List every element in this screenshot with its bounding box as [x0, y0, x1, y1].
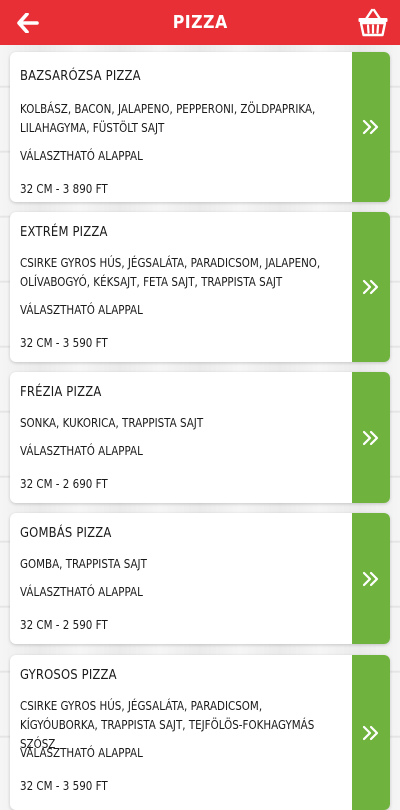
page-title: PIZZA	[172, 12, 228, 33]
item-ingredients: SONKA, KUKORICA, TRAPPISTA SAJT	[20, 416, 204, 430]
item-ingredients: CSIRKE GYROS HÚS, JÉGSALÁTA, PARADICSOM,…	[20, 256, 321, 289]
open-item-button[interactable]	[352, 513, 390, 644]
item-name: GOMBÁS PIZZA	[20, 525, 112, 541]
open-item-button[interactable]	[352, 372, 390, 503]
item-base: VÁLASZTHATÓ ALAPPAL	[20, 149, 143, 163]
item-ingredients: KOLBÁSZ, BACON, JALAPENO, PEPPERONI, ZÖL…	[20, 102, 316, 135]
item-base: VÁLASZTHATÓ ALAPPAL	[20, 303, 143, 317]
open-item-button[interactable]	[352, 655, 390, 810]
list-item[interactable]: GYROSOS PIZZA CSIRKE GYROS HÚS, JÉGSALÁT…	[10, 655, 390, 810]
double-chevron-right-icon	[362, 279, 379, 295]
list-item[interactable]: GOMBÁS PIZZA GOMBA, TRAPPISTA SAJT VÁLAS…	[10, 513, 390, 644]
card-content: GYROSOS PIZZA CSIRKE GYROS HÚS, JÉGSALÁT…	[10, 655, 352, 810]
double-chevron-right-icon	[362, 430, 379, 445]
item-base: VÁLASZTHATÓ ALAPPAL	[20, 746, 143, 760]
item-price: 32 CM - 3 590 FT	[20, 779, 108, 793]
item-base: VÁLASZTHATÓ ALAPPAL	[20, 585, 143, 599]
item-name: BAZSARÓZSA PIZZA	[20, 68, 141, 84]
item-price: 32 CM - 3 590 FT	[20, 336, 108, 350]
item-name: FRÉZIA PIZZA	[20, 384, 102, 400]
list-item[interactable]: FRÉZIA PIZZA SONKA, KUKORICA, TRAPPISTA …	[10, 372, 390, 503]
item-price: 32 CM - 2 690 FT	[20, 477, 108, 491]
cart-button[interactable]	[356, 6, 390, 38]
card-content: GOMBÁS PIZZA GOMBA, TRAPPISTA SAJT VÁLAS…	[10, 513, 352, 644]
item-name: GYROSOS PIZZA	[20, 667, 117, 683]
list-item[interactable]: BAZSARÓZSA PIZZA KOLBÁSZ, BACON, JALAPEN…	[10, 52, 390, 202]
open-item-button[interactable]	[352, 52, 390, 202]
back-button[interactable]	[14, 9, 42, 37]
top-bar: PIZZA	[0, 0, 400, 45]
double-chevron-right-icon	[362, 571, 379, 586]
basket-icon	[358, 8, 388, 37]
item-price: 32 CM - 3 890 FT	[20, 182, 108, 196]
item-name: EXTRÉM PIZZA	[20, 224, 108, 240]
item-ingredients: GOMBA, TRAPPISTA SAJT	[20, 557, 147, 571]
card-content: FRÉZIA PIZZA SONKA, KUKORICA, TRAPPISTA …	[10, 372, 352, 503]
item-price: 32 CM - 2 590 FT	[20, 618, 108, 632]
double-chevron-right-icon	[362, 725, 379, 740]
card-content: BAZSARÓZSA PIZZA KOLBÁSZ, BACON, JALAPEN…	[10, 52, 352, 202]
card-content: EXTRÉM PIZZA CSIRKE GYROS HÚS, JÉGSALÁTA…	[10, 212, 352, 362]
arrow-left-icon	[17, 13, 39, 33]
list-item[interactable]: EXTRÉM PIZZA CSIRKE GYROS HÚS, JÉGSALÁTA…	[10, 212, 390, 362]
open-item-button[interactable]	[352, 212, 390, 362]
double-chevron-right-icon	[362, 119, 379, 135]
item-base: VÁLASZTHATÓ ALAPPAL	[20, 444, 143, 458]
